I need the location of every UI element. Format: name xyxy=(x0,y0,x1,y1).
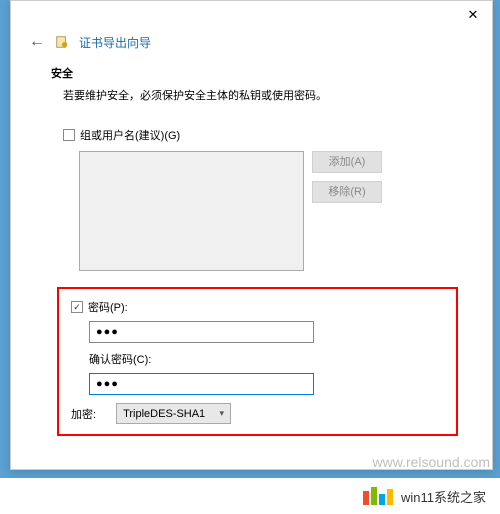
encryption-dropdown[interactable]: TripleDES-SHA1 ▾ xyxy=(116,403,231,424)
password-label-row: 密码(P): xyxy=(71,299,444,315)
confirm-password-row: 确认密码(C): ●●● xyxy=(71,351,444,395)
security-description: 若要维护安全，必须保护安全主体的私钥或使用密码。 xyxy=(51,87,452,103)
certificate-icon xyxy=(55,35,69,49)
password-label: 密码(P): xyxy=(88,299,128,315)
group-area: 添加(A) 移除(R) xyxy=(51,151,452,271)
wizard-title: 证书导出向导 xyxy=(79,34,151,51)
password-checkbox[interactable] xyxy=(71,301,83,313)
confirm-password-input[interactable]: ●●● xyxy=(89,373,314,395)
close-button[interactable]: ✕ xyxy=(464,6,482,24)
confirm-password-label: 确认密码(C): xyxy=(71,351,444,367)
brand-text: win11系统之家 xyxy=(401,487,486,506)
encryption-label: 加密: xyxy=(71,406,96,422)
titlebar: ✕ xyxy=(11,1,492,29)
group-checkbox[interactable] xyxy=(63,129,75,141)
password-highlight-box: 密码(P): ●●● 确认密码(C): ●●● 加密: TripleDES-SH… xyxy=(57,287,458,436)
wizard-window: ✕ ← 证书导出向导 安全 若要维护安全，必须保护安全主体的私钥或使用密码。 组… xyxy=(10,0,493,470)
brand-logo-icon xyxy=(363,487,393,505)
group-listbox[interactable] xyxy=(79,151,304,271)
watermark-text: www.relsound.com xyxy=(373,454,491,470)
bottom-brand-bar: win11系统之家 xyxy=(0,478,500,514)
password-input[interactable]: ●●● xyxy=(89,321,314,343)
password-row: 密码(P): ●●● xyxy=(71,299,444,343)
encryption-selected: TripleDES-SHA1 xyxy=(123,408,205,420)
group-checkbox-row: 组或用户名(建议)(G) xyxy=(51,127,452,143)
back-arrow-icon[interactable]: ← xyxy=(29,33,45,51)
content-area: 安全 若要维护安全，必须保护安全主体的私钥或使用密码。 组或用户名(建议)(G)… xyxy=(11,65,492,436)
security-heading: 安全 xyxy=(51,65,452,81)
encryption-row: 加密: TripleDES-SHA1 ▾ xyxy=(71,403,444,424)
group-buttons: 添加(A) 移除(R) xyxy=(312,151,382,271)
remove-button[interactable]: 移除(R) xyxy=(312,181,382,203)
chevron-down-icon: ▾ xyxy=(220,408,225,419)
wizard-header: ← 证书导出向导 xyxy=(11,29,492,65)
add-button[interactable]: 添加(A) xyxy=(312,151,382,173)
group-checkbox-label: 组或用户名(建议)(G) xyxy=(80,127,180,143)
